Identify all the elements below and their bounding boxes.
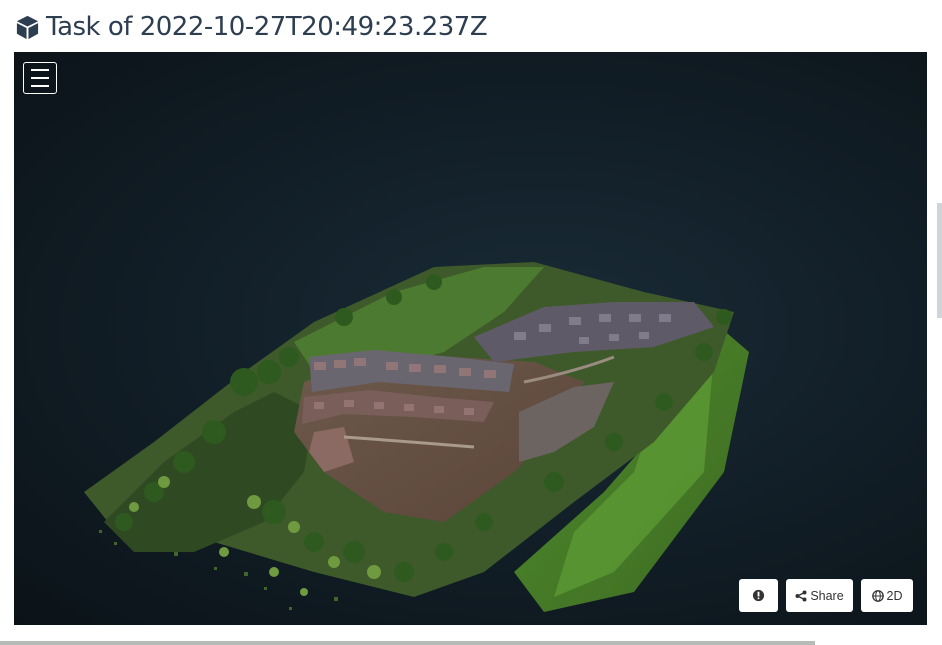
- info-circle-icon: [752, 589, 765, 602]
- page-header: Task of 2022-10-27T20:49:23.237Z: [14, 10, 488, 44]
- view-2d-label: 2D: [886, 588, 903, 603]
- info-button[interactable]: [739, 579, 778, 612]
- 3d-viewer[interactable]: Share 2D: [14, 52, 927, 625]
- share-label: Share: [810, 588, 844, 603]
- scrollbar[interactable]: [937, 203, 942, 318]
- cube-icon: [16, 15, 39, 39]
- page-title: Task of 2022-10-27T20:49:23.237Z: [46, 12, 488, 42]
- hamburger-menu-icon: [31, 69, 49, 71]
- point-cloud-model[interactable]: [14, 52, 927, 625]
- view-2d-button[interactable]: 2D: [861, 579, 913, 612]
- share-button[interactable]: Share: [786, 579, 853, 612]
- share-icon: [795, 590, 807, 601]
- menu-button[interactable]: [23, 62, 57, 94]
- bottom-divider: [0, 641, 815, 645]
- globe-icon: [871, 589, 884, 602]
